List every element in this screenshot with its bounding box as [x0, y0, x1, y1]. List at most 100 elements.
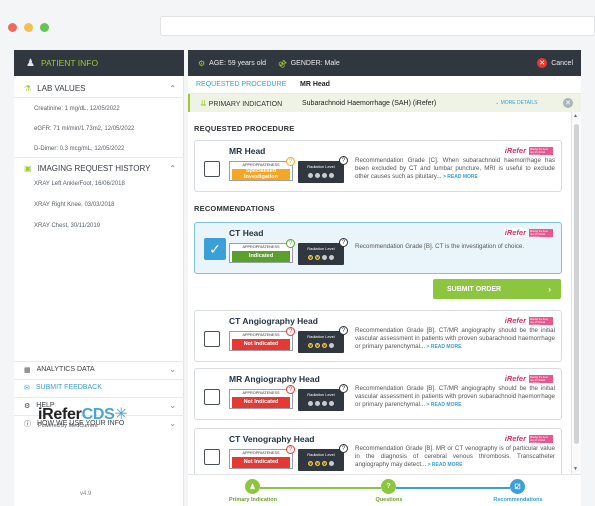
- age-label: AGE: 59 years old: [209, 59, 266, 67]
- imaging-history-item[interactable]: XRAY Left Ankle/Foot, 16/06/2018: [34, 181, 125, 187]
- recommendation-body: Recommendation Grade [B]. CT is the inve…: [355, 243, 525, 250]
- cancel-label: Cancel: [551, 59, 573, 67]
- step-primary-indication[interactable]: ♟: [245, 479, 260, 494]
- appropriateness-help-icon[interactable]: ?: [286, 239, 295, 248]
- procedure-card[interactable]: CT Venography Head APPROPRIATENESS Not Ind…: [194, 428, 562, 474]
- step-questions[interactable]: ?: [381, 479, 396, 494]
- appropriateness-help-icon[interactable]: ?: [286, 157, 295, 166]
- radiation-hazard-icon: ☢: [315, 461, 320, 466]
- clear-indication-button[interactable]: ✕: [563, 98, 573, 108]
- read-more-link[interactable]: > READ MORE: [442, 174, 478, 180]
- chevron-down-icon: ⌄: [169, 401, 176, 410]
- appropriateness-help-icon[interactable]: ?: [286, 385, 295, 394]
- radiation-empty-icon: [308, 173, 313, 178]
- step-recommendations[interactable]: ☑: [510, 479, 525, 494]
- radiation-empty-icon: [329, 401, 334, 406]
- more-details-link[interactable]: ⌄ MORE DETAILS: [495, 100, 537, 106]
- procedure-card[interactable]: MR Head APPROPRIATENESS Specialised Invest…: [194, 140, 562, 192]
- scrollbar-thumb[interactable]: [574, 124, 579, 444]
- procedure-list: REQUESTED PROCEDURE RECOMMENDATIONS MR H…: [188, 112, 571, 474]
- radiation-help-icon[interactable]: ?: [339, 156, 348, 165]
- recommendations-heading: RECOMMENDATIONS: [194, 204, 275, 213]
- procedure-checkbox[interactable]: [204, 389, 220, 405]
- radiation-empty-icon: [308, 401, 313, 406]
- procedure-title: CT Angiography Head: [229, 316, 318, 326]
- gender-label: GENDER: Male: [290, 59, 340, 67]
- step-connector: [260, 487, 381, 489]
- step-label: Primary Indication: [229, 497, 277, 503]
- radiation-dots: ☢ ☢: [298, 255, 344, 260]
- irefer-cds-logo: iReferCDS✳ Powered by MedCurrent: [38, 404, 158, 429]
- appropriateness-help-icon[interactable]: ?: [286, 327, 295, 336]
- appropriateness-value: Indicated: [232, 251, 290, 262]
- procedure-checkbox-checked[interactable]: ✓: [204, 238, 226, 260]
- irefer-source-badge: iRefer Making the best use of clinical ra…: [503, 316, 553, 327]
- radiation-help-icon[interactable]: ?: [339, 444, 348, 453]
- analytics-data-label: ANALYTICS DATA: [36, 366, 95, 373]
- radiation-empty-icon: [322, 401, 327, 406]
- radiation-empty-icon: [329, 343, 334, 348]
- appropriateness-badge: APPROPRIATENESS Not Indicated?: [229, 385, 295, 409]
- scroll-down-arrow[interactable]: ▼: [573, 466, 578, 472]
- imaging-history-title: IMAGING REQUEST HISTORY: [37, 163, 151, 173]
- procedure-card[interactable]: CT Angiography Head APPROPRIATENESS Not In…: [194, 310, 562, 362]
- lab-value-item: Creatinine: 1 mg/dL, 12/05/2022: [34, 106, 120, 112]
- analytics-data-toggle[interactable]: ▦ ANALYTICS DATA ⌄: [14, 361, 184, 377]
- procedure-card[interactable]: MR Angiography Head APPROPRIATENESS Not In…: [194, 368, 562, 420]
- submit-order-button[interactable]: SUBMIT ORDER ›: [433, 279, 561, 299]
- logo-cds: CDS: [81, 406, 115, 423]
- radiation-help-icon[interactable]: ?: [339, 326, 348, 335]
- read-more-label: READ MORE: [430, 343, 462, 350]
- read-more-link[interactable]: > READ MORE: [426, 462, 463, 468]
- irefer-mark: iRefer: [503, 434, 527, 443]
- radiation-help-icon[interactable]: ?: [339, 384, 348, 393]
- irefer-source-badge: iRefer Making the best use of clinical ra…: [503, 434, 553, 445]
- procedure-checkbox[interactable]: [204, 449, 220, 465]
- logo-name: iRefer: [38, 406, 82, 423]
- appropriateness-caption: APPROPRIATENESS: [242, 333, 280, 337]
- procedure-checkbox[interactable]: [204, 161, 220, 177]
- appropriateness-caption: APPROPRIATENESS: [242, 451, 280, 455]
- radiation-empty-icon: [315, 401, 320, 406]
- read-more-link[interactable]: > READ MORE: [425, 401, 462, 408]
- irefer-tagline: Making the best use of clinical radiolog…: [529, 146, 553, 157]
- primary-indication-label: ⇊ PRIMARY INDICATION: [200, 98, 283, 108]
- radiation-empty-icon: [315, 173, 320, 178]
- chevron-up-icon: ⌃: [169, 83, 176, 93]
- divider: [14, 97, 184, 98]
- address-bar[interactable]: [160, 16, 595, 36]
- vertical-scrollbar[interactable]: ▲ ▼: [571, 112, 581, 474]
- app-version: v4.9: [80, 491, 92, 497]
- read-more-link[interactable]: > READ MORE: [425, 343, 462, 350]
- logo-star-icon: ✳: [114, 406, 128, 423]
- radiation-help-icon[interactable]: ?: [339, 238, 348, 247]
- read-more-label: READ MORE: [430, 401, 462, 408]
- imaging-history-item[interactable]: XRAY Right Knee, 03/03/2018: [34, 202, 115, 208]
- scroll-up-arrow[interactable]: ▲: [573, 113, 578, 119]
- radiation-hazard-icon: ☢: [315, 343, 320, 348]
- irefer-mark: iRefer: [503, 146, 527, 155]
- info-icon: ⓘ: [24, 420, 31, 428]
- procedure-checkbox[interactable]: [204, 331, 220, 347]
- recommendation-text: Recommendation Grade [B]. MR or CT venog…: [355, 445, 555, 469]
- submit-feedback-link[interactable]: ✉ SUBMIT FEEDBACK: [14, 379, 184, 395]
- appropriateness-badge: APPROPRIATENESS Not Indicated?: [229, 445, 295, 469]
- radiation-level-label: Radiation Level: [307, 452, 335, 457]
- imaging-history-section-toggle[interactable]: ▣ IMAGING REQUEST HISTORY ⌃: [14, 159, 184, 177]
- close-window-dot[interactable]: [8, 23, 17, 32]
- appropriateness-caption: APPROPRIATENESS: [242, 245, 280, 249]
- procedure-card[interactable]: ✓ CT Head APPROPRIATENESS Indicated? Radiati…: [194, 222, 562, 274]
- cancel-button[interactable]: ✕ Cancel: [537, 58, 573, 68]
- submit-feedback-label: SUBMIT FEEDBACK: [35, 384, 102, 391]
- procedure-title: MR Angiography Head: [229, 374, 320, 384]
- imaging-history-item[interactable]: XRAY Chest, 30/11/2019: [34, 223, 100, 229]
- radiation-level-label: Radiation Level: [307, 392, 335, 397]
- irefer-mark: iRefer: [503, 374, 527, 383]
- lab-values-section-toggle[interactable]: ⚗ LAB VALUES ⌃: [14, 79, 184, 97]
- maximize-window-dot[interactable]: [40, 23, 49, 32]
- patient-sidebar: ♟ PATIENT INFO ⚗ LAB VALUES ⌃ Creatinine…: [14, 50, 184, 506]
- radiation-empty-icon: [329, 173, 334, 178]
- appropriateness-help-icon[interactable]: ?: [286, 445, 295, 454]
- minimize-window-dot[interactable]: [24, 23, 33, 32]
- chevron-right-icon: ›: [548, 284, 551, 294]
